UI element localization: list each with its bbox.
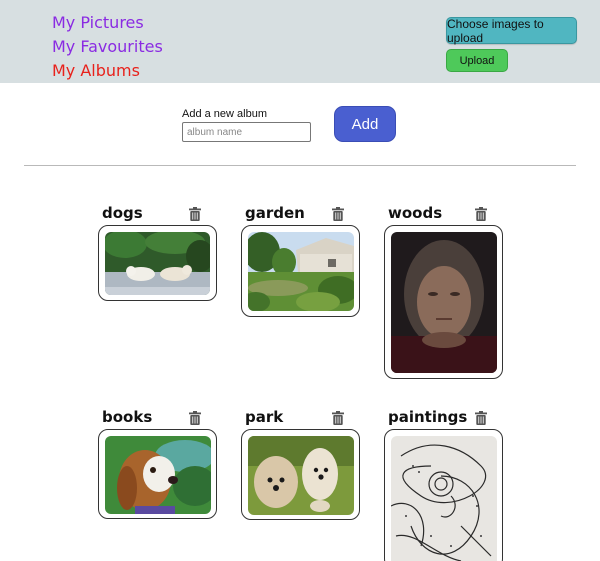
album-title: park: [245, 408, 284, 426]
album-title: paintings: [388, 408, 468, 426]
trash-icon[interactable]: [475, 207, 487, 221]
trash-icon[interactable]: [189, 411, 201, 425]
album-card-dogs[interactable]: [98, 225, 217, 301]
dogs-photo: [105, 232, 210, 295]
album-card-paintings[interactable]: [384, 429, 503, 561]
album-title: woods: [388, 204, 443, 222]
divider: [24, 165, 576, 166]
books-photo: [105, 436, 211, 514]
header-bar: My Pictures My Favourites My Albums Choo…: [0, 0, 600, 83]
trash-icon[interactable]: [332, 411, 344, 425]
album-name-input[interactable]: [182, 122, 311, 142]
park-photo: [248, 436, 354, 515]
album-title: dogs: [102, 204, 143, 222]
trash-icon[interactable]: [475, 411, 487, 425]
upload-button[interactable]: Upload: [446, 49, 508, 72]
album-card-garden[interactable]: [241, 225, 360, 317]
woods-photo: [391, 232, 497, 373]
album-card-books[interactable]: [98, 429, 217, 519]
garden-photo: [248, 232, 354, 311]
paintings-photo: [391, 436, 497, 561]
album-title: garden: [245, 204, 305, 222]
album-title: books: [102, 408, 153, 426]
trash-icon[interactable]: [332, 207, 344, 221]
nav-my-albums[interactable]: My Albums: [52, 61, 140, 81]
nav-my-pictures[interactable]: My Pictures: [52, 13, 144, 33]
new-album-label: Add a new album: [182, 108, 267, 120]
add-album-button[interactable]: Add: [334, 106, 396, 142]
choose-images-button[interactable]: Choose images to upload: [446, 17, 577, 45]
trash-icon[interactable]: [189, 207, 201, 221]
album-card-park[interactable]: [241, 429, 360, 520]
album-card-woods[interactable]: [384, 225, 503, 379]
nav-my-favourites[interactable]: My Favourites: [52, 37, 163, 57]
